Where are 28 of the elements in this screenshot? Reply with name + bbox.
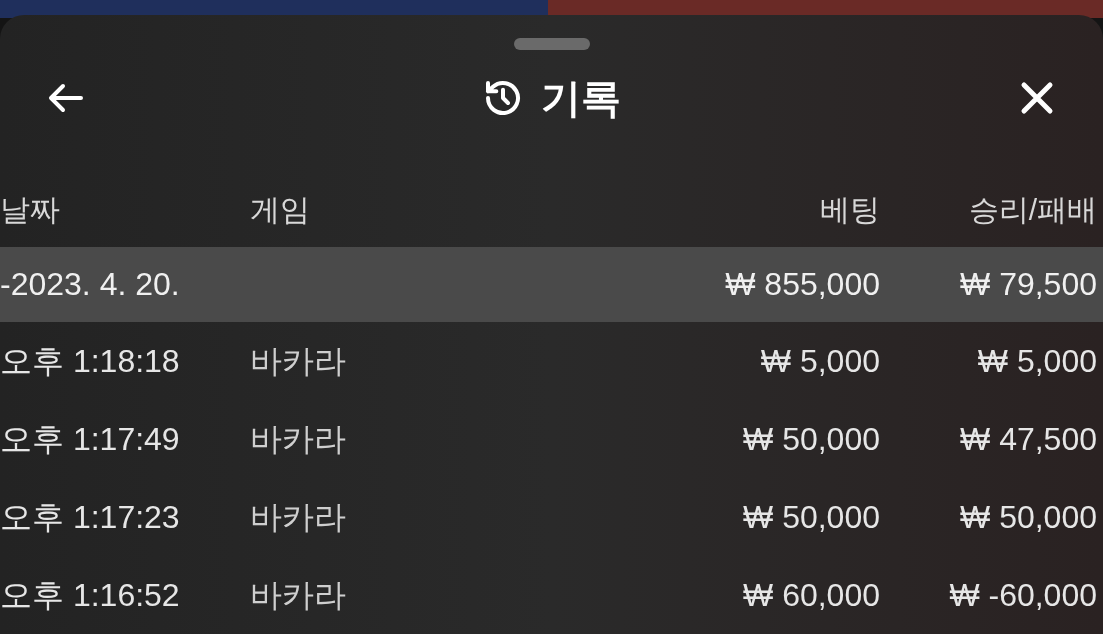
column-header: 날짜 [0, 191, 61, 228]
bet-cell-text: ₩ 50,000 [743, 420, 880, 459]
game-cell-text: 바카라 [250, 420, 347, 459]
bet-cell-text: ₩ 5,000 [760, 342, 880, 381]
game-cell-text: 바카라 [250, 342, 347, 381]
column-header: 베팅 [820, 191, 880, 228]
result-cell-text: ₩ -60,000 [949, 576, 1097, 615]
time-cell-text: 오후 1:17:49 [0, 420, 181, 459]
bet-cell-text: ₩ 60,000 [743, 576, 880, 615]
result-total-cell-text: ₩ 79,500 [960, 265, 1097, 305]
game-cell-text: 바카라 [250, 498, 347, 537]
result-cell-text: ₩ 50,000 [960, 498, 1097, 537]
result-cell-text: ₩ 47,500 [960, 420, 1097, 459]
sheet-title: 기록 [540, 75, 621, 123]
time-cell-text: 오후 1:16:52 [0, 576, 181, 615]
bet-total-cell-text: ₩ 855,000 [725, 265, 880, 305]
close-icon [1020, 81, 1054, 116]
drag-handle[interactable] [513, 38, 590, 50]
time-cell-text: 오후 1:18:18 [0, 342, 181, 381]
column-header: 승리/패배 [968, 191, 1097, 228]
result-cell-text: ₩ 5,000 [977, 342, 1097, 381]
back-arrow-icon [48, 83, 84, 114]
game-cell-text: 바카라 [250, 576, 347, 615]
date-cell-text: -2023. 4. 20. [0, 265, 181, 305]
column-header: 게임 [250, 191, 311, 228]
bet-cell-text: ₩ 50,000 [743, 498, 880, 537]
time-cell-text: 오후 1:17:23 [0, 498, 181, 537]
date-group-row[interactable]: -2023. 4. 20. ₩ 855,000 ₩ 79,500 [0, 246, 1103, 322]
